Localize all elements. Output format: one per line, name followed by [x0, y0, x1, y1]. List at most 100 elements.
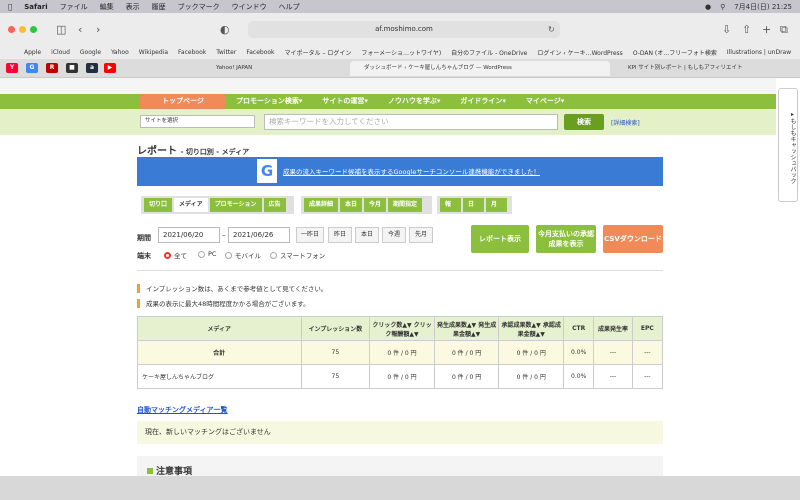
menu-app-name[interactable]: Safari — [24, 3, 47, 11]
tab-promotion[interactable]: プロモーション — [209, 198, 262, 212]
bookmark-item[interactable]: マイポータル – ログイン — [285, 48, 352, 57]
tab-kpi[interactable]: KPI サイト別レポート | もしもアフィリエイト — [614, 61, 784, 76]
date-from-input[interactable]: 2021/06/20 — [158, 227, 220, 243]
google-favicon-icon[interactable]: G — [26, 63, 38, 73]
menu-history[interactable]: 履歴 — [152, 2, 166, 12]
desktop-bottom — [0, 476, 800, 500]
bookmark-item[interactable]: 自分のファイル - OneDrive — [451, 48, 527, 57]
tab-date-range[interactable]: 期間指定 — [388, 198, 423, 212]
banner-text[interactable]: 成果の流入キーワード候補を表示するGoogleサーチコンソール連携機能ができまし… — [283, 166, 540, 176]
today-button[interactable]: 本日 — [355, 227, 379, 243]
close-window-icon[interactable] — [8, 25, 15, 33]
menu-view[interactable]: 表示 — [126, 2, 140, 12]
yesterday-button[interactable]: 昨日 — [328, 227, 352, 243]
tab-this-month[interactable]: 今月 — [364, 198, 387, 212]
tab-monthly[interactable]: 月次 — [486, 198, 507, 222]
download-icon[interactable]: ⇩ — [722, 21, 731, 38]
share-icon[interactable]: ⇧ — [742, 21, 751, 38]
day-before-yesterday-button[interactable]: 一昨日 — [296, 227, 324, 243]
bookmark-item[interactable]: Facebook — [178, 49, 206, 56]
yahoo-favicon-icon[interactable]: Y — [6, 63, 18, 73]
csv-download-button[interactable]: CSVダウンロード — [603, 225, 663, 253]
note-text: インプレッション数は、あくまで参考値として見てください。 — [146, 285, 328, 293]
search-icon[interactable]: ⚲ — [720, 3, 725, 11]
last-month-button[interactable]: 先月 — [409, 227, 433, 243]
nav-guideline[interactable]: ガイドライン▾ — [450, 94, 516, 109]
th-epc[interactable]: EPC — [631, 316, 664, 341]
rakuten-favicon-icon[interactable]: R — [46, 63, 58, 73]
new-tab-icon[interactable]: + — [762, 21, 771, 38]
search-button[interactable]: 検索 — [564, 114, 604, 130]
nav-top[interactable]: トップページ — [140, 94, 226, 109]
th-impressions[interactable]: インプレッション数 — [300, 316, 371, 341]
tab-today[interactable]: 本日 — [340, 198, 363, 212]
advanced-search-link[interactable]: [詳細検索] — [611, 118, 640, 127]
device-all-radio[interactable]: 全て — [164, 250, 187, 260]
apple-icon[interactable]:  — [8, 3, 12, 11]
menu-window[interactable]: ウインドウ — [232, 2, 267, 12]
bookmark-item[interactable]: Apple — [24, 49, 41, 56]
table-cell[interactable]: ケーキ屋しんちゃんブログ — [137, 364, 302, 389]
attention-title: 注意事項 — [156, 467, 193, 476]
monthly-payment-button[interactable]: 今月支払いの承認成果を表示 — [536, 225, 596, 253]
bookmark-item[interactable]: Facebook — [246, 49, 274, 56]
site-favicon-icon[interactable]: ■ — [66, 63, 78, 73]
tab-wordpress[interactable]: ダッシュボード ‹ ケーキ屋しんちゃんブログ — WordPress — [350, 61, 610, 76]
date-to-input[interactable]: 2021/06/26 — [228, 227, 290, 243]
zoom-window-icon[interactable] — [30, 25, 37, 33]
youtube-favicon-icon[interactable]: ▶ — [104, 63, 116, 73]
bookmark-item[interactable]: フォーメーショ…ットワイヤ) — [361, 48, 441, 57]
tab-reward[interactable]: 報酬 — [440, 198, 461, 222]
tab-daily[interactable]: 日次 — [463, 198, 484, 222]
nav-promotion-search[interactable]: プロモーション検索▾ — [226, 94, 312, 109]
bookmark-item[interactable]: Yahoo — [111, 49, 129, 56]
tab-cut[interactable]: 切り口 — [144, 198, 173, 212]
this-week-button[interactable]: 今週 — [382, 227, 406, 243]
menu-file[interactable]: ファイル — [60, 2, 88, 12]
sidebar-icon[interactable]: ◫ — [56, 21, 66, 38]
report-display-button[interactable]: レポート表示 — [471, 225, 529, 253]
th-clicks[interactable]: クリック数▲▼ クリック報酬額▲▼ — [369, 316, 435, 341]
bookmark-item[interactable]: Twitter — [216, 49, 236, 56]
menu-edit[interactable]: 編集 — [100, 2, 114, 12]
wifi-icon[interactable]: ● — [705, 3, 711, 11]
device-mobile-radio[interactable]: モバイル — [225, 250, 261, 260]
th-conversion-rate[interactable]: 成果発生率 — [593, 316, 633, 341]
menu-help[interactable]: ヘルプ — [279, 2, 300, 12]
tab-yahoo[interactable]: Yahoo! JAPAN — [202, 61, 352, 76]
gsc-banner[interactable]: G 成果の流入キーワード候補を表示するGoogleサーチコンソール連携機能ができ… — [137, 157, 663, 186]
table-cell: --- — [593, 340, 633, 365]
bookmark-item[interactable]: Wikipedia — [139, 49, 168, 56]
site-select[interactable]: サイトを選択 — [140, 115, 255, 128]
reload-icon[interactable]: ↻ — [548, 21, 555, 38]
keyword-input[interactable]: 検索キーワードを入力してください — [264, 114, 558, 130]
forward-icon[interactable]: › — [96, 21, 100, 38]
note-impression: インプレッション数は、あくまで参考値として見てください。 — [137, 283, 327, 293]
menu-bookmarks[interactable]: ブックマーク — [178, 2, 220, 12]
amazon-favicon-icon[interactable]: a — [86, 63, 98, 73]
bookmark-item[interactable]: Illustrations | unDraw — [727, 49, 791, 56]
th-approved[interactable]: 承認成果数▲▼ 承認成果金額▲▼ — [498, 316, 565, 341]
datetime[interactable]: 7月4日(日) 21:25 — [734, 2, 792, 12]
minimize-window-icon[interactable] — [19, 25, 26, 33]
back-icon[interactable]: ‹ — [78, 21, 82, 38]
cashback-side-tab[interactable]: ▸もしもキャッシュバック — [778, 88, 798, 202]
device-smartphone-radio[interactable]: スマートフォン — [270, 250, 325, 260]
bookmark-item[interactable]: ログイン ‹ ケーキ…WordPress — [537, 48, 622, 57]
th-ctr[interactable]: CTR — [563, 316, 595, 341]
auto-matching-link[interactable]: 自動マッチングメディア一覧 — [137, 405, 228, 415]
url-bar[interactable]: af.moshimo.com — [248, 21, 560, 38]
tab-overview-icon[interactable]: ⧉ — [780, 21, 788, 38]
bookmark-item[interactable]: iCloud — [51, 49, 70, 56]
device-pc-radio[interactable]: PC — [198, 250, 216, 258]
bookmark-item[interactable]: Google — [80, 49, 101, 56]
tab-media[interactable]: メディア — [174, 198, 208, 212]
th-generated[interactable]: 発生成果数▲▼ 発生成果金額▲▼ — [433, 316, 500, 341]
nav-mypage[interactable]: マイページ▾ — [516, 94, 574, 109]
nav-knowhow[interactable]: ノウハウを学ぶ▾ — [378, 94, 451, 109]
tab-detail[interactable]: 成果詳細 — [304, 198, 339, 212]
nav-site-management[interactable]: サイトの運営▾ — [312, 94, 378, 109]
tab-ad[interactable]: 広告 — [263, 198, 286, 212]
bookmark-item[interactable]: O-DAN (オ…フリーフォト検索 — [633, 48, 717, 57]
privacy-shield-icon[interactable]: ◐ — [220, 21, 230, 38]
